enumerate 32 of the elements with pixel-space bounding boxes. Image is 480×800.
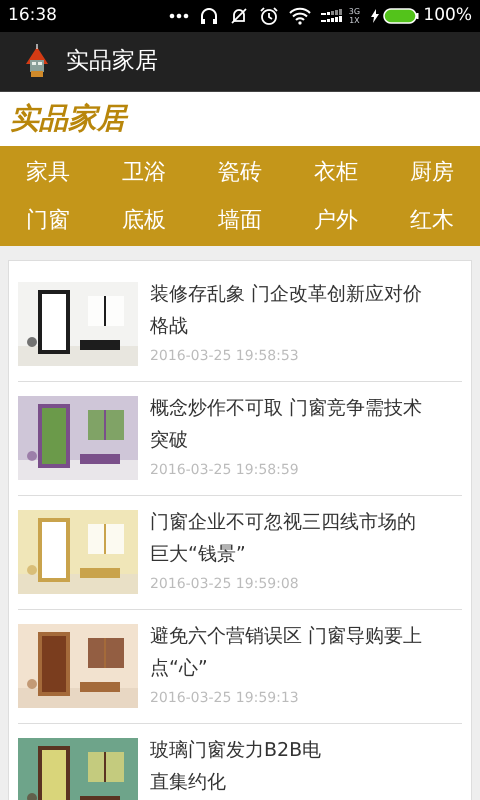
category-link[interactable]: 墙面 [192,196,288,244]
category-link[interactable]: 卫浴 [96,148,192,196]
category-link[interactable]: 厨房 [384,148,480,196]
category-link[interactable]: 家具 [0,148,96,196]
category-link[interactable]: 瓷砖 [192,148,288,196]
article-title[interactable]: 避免六个营销误区 门窗导购要上 点“心” [150,620,422,684]
more-dots-icon [169,13,190,19]
article-title[interactable]: 门窗企业不可忽视三四线市场的 巨大“钱景” [150,506,416,570]
category-link[interactable]: 衣柜 [288,148,384,196]
article-date: 2016-03-25 19:58:53 [150,347,300,366]
article-date: 2016-03-25 19:59:13 [150,689,300,708]
article-date: 2016-03-25 19:58:59 [150,461,300,480]
article-title[interactable]: 玻璃门窗发力B2B电 直集约化 [150,734,322,798]
article-date: 2016-03-25 19:59:08 [150,575,300,594]
category-link[interactable]: 门窗 [0,196,96,244]
wifi-icon [289,7,312,25]
category-link[interactable]: 红木 [384,196,480,244]
status-time: 16:38 [8,4,57,28]
headphones-icon [199,6,220,26]
article-title[interactable]: 概念炒作不可取 门窗竞争需技术 突破 [150,392,422,456]
brand-title: 实品家居 [10,97,126,141]
category-link[interactable]: 底板 [96,196,192,244]
battery-icon [383,8,420,24]
alarm-clock-icon [259,6,280,26]
charging-icon [371,9,380,23]
network-type: 3G 1X [348,7,362,25]
category-link[interactable]: 户外 [288,196,384,244]
app-title: 实品家居 [66,47,158,76]
house-icon [24,44,50,80]
muted-bell-icon [229,6,250,26]
battery-level: 100% [423,4,472,28]
article-title[interactable]: 装修存乱象 门企改革创新应对价 格战 [150,278,422,342]
